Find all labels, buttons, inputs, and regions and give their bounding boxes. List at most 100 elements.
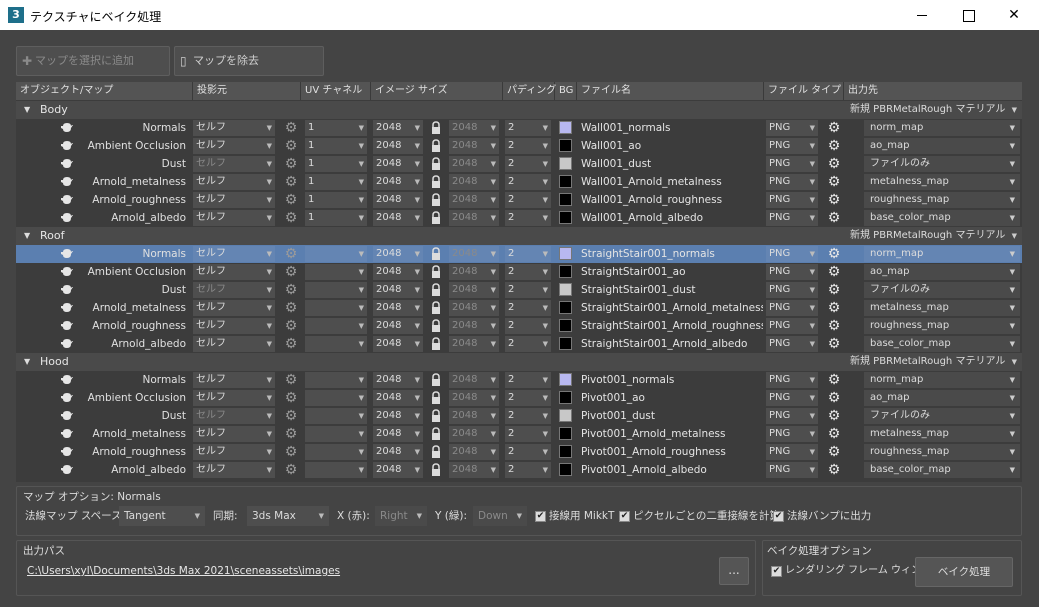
padding-dropdown[interactable]: 2 ▼ [505, 390, 551, 406]
table-row[interactable]: Normals セルフ ▼ ⚙ ▼ 2048 ▼ 2048 ▼ 2 ▼ Pivot001_normal… [16, 371, 1022, 389]
gear-icon[interactable]: ⚙ [826, 138, 842, 154]
uv-channel-dropdown[interactable]: ▼ [305, 318, 367, 334]
background-color-swatch[interactable] [559, 409, 572, 422]
file-name[interactable]: Pivot001_Arnold_roughness [577, 443, 763, 461]
output-target-dropdown[interactable]: metalness_map ▼ [864, 300, 1020, 316]
column-header-object-map[interactable]: オブジェクト/マップ [16, 82, 193, 100]
material-output-dropdown[interactable]: 新規 PBRMetalRough マテリアル ▼ [844, 228, 1022, 244]
image-height-dropdown[interactable]: 2048 ▼ [449, 246, 499, 262]
image-size-dropdown[interactable]: 2048 ▼ [373, 192, 423, 208]
gear-icon[interactable]: ⚙ [283, 408, 299, 424]
expand-toggle-icon[interactable]: ▼ [24, 227, 30, 245]
column-header-bg[interactable]: BG [555, 82, 577, 100]
image-height-dropdown[interactable]: 2048 ▼ [449, 426, 499, 442]
file-type-dropdown[interactable]: PNG ▼ [766, 138, 818, 154]
table-row[interactable]: Arnold_metalness セルフ ▼ ⚙ ▼ 2048 ▼ 2048 ▼ 2 ▼ Straig… [16, 299, 1022, 317]
sync-dropdown[interactable]: 3ds Max ▼ [247, 506, 329, 526]
background-color-swatch[interactable] [559, 319, 572, 332]
table-row[interactable]: Ambient Occlusion セルフ ▼ ⚙ ▼ 2048 ▼ 2048 ▼ 2 ▼ Strai… [16, 263, 1022, 281]
gear-icon[interactable]: ⚙ [283, 282, 299, 298]
gear-icon[interactable]: ⚙ [283, 372, 299, 388]
gear-icon[interactable]: ⚙ [283, 210, 299, 226]
image-height-dropdown[interactable]: 2048 ▼ [449, 336, 499, 352]
table-row[interactable]: Arnold_roughness セルフ ▼ ⚙ ▼ 2048 ▼ 2048 ▼ 2 ▼ Pivot0… [16, 443, 1022, 461]
background-color-swatch[interactable] [559, 211, 572, 224]
table-row[interactable]: Arnold_roughness セルフ ▼ ⚙ 1 ▼ 2048 ▼ 2048 ▼ 2 ▼ Wall0… [16, 191, 1022, 209]
lock-icon[interactable] [431, 319, 441, 333]
padding-dropdown[interactable]: 2 ▼ [505, 426, 551, 442]
image-size-dropdown[interactable]: 2048 ▼ [373, 138, 423, 154]
file-name[interactable]: StraightStair001_normals [577, 245, 763, 263]
output-target-dropdown[interactable]: norm_map ▼ [864, 246, 1020, 262]
background-color-swatch[interactable] [559, 427, 572, 440]
lock-icon[interactable] [431, 283, 441, 297]
uv-channel-dropdown[interactable]: 1 ▼ [305, 174, 367, 190]
table-row[interactable]: Ambient Occlusion セルフ ▼ ⚙ 1 ▼ 2048 ▼ 2048 ▼ 2 ▼ Wall… [16, 137, 1022, 155]
file-name[interactable]: Pivot001_Arnold_metalness [577, 425, 763, 443]
lock-icon[interactable] [431, 193, 441, 207]
background-color-swatch[interactable] [559, 121, 572, 134]
lock-icon[interactable] [431, 247, 441, 261]
minimize-button[interactable] [899, 0, 945, 30]
image-height-dropdown[interactable]: 2048 ▼ [449, 210, 499, 226]
background-color-swatch[interactable] [559, 373, 572, 386]
output-path-link[interactable]: C:\Users\xyl\Documents\3ds Max 2021\scen… [27, 565, 340, 577]
gear-icon[interactable]: ⚙ [283, 246, 299, 262]
file-name[interactable]: Wall001_Arnold_albedo [577, 209, 763, 227]
uv-channel-dropdown[interactable]: ▼ [305, 390, 367, 406]
lock-icon[interactable] [431, 211, 441, 225]
image-height-dropdown[interactable]: 2048 ▼ [449, 372, 499, 388]
gear-icon[interactable]: ⚙ [283, 300, 299, 316]
file-type-dropdown[interactable]: PNG ▼ [766, 426, 818, 442]
file-type-dropdown[interactable]: PNG ▼ [766, 120, 818, 136]
column-header-file-name[interactable]: ファイル名 [577, 82, 764, 100]
background-color-swatch[interactable] [559, 337, 572, 350]
background-color-swatch[interactable] [559, 445, 572, 458]
file-type-dropdown[interactable]: PNG ▼ [766, 372, 818, 388]
add-maps-to-selection-button[interactable]: ✚ マップを選択に追加 [16, 46, 170, 76]
padding-dropdown[interactable]: 2 ▼ [505, 408, 551, 424]
source-dropdown[interactable]: セルフ ▼ [193, 462, 275, 478]
file-type-dropdown[interactable]: PNG ▼ [766, 300, 818, 316]
background-color-swatch[interactable] [559, 265, 572, 278]
image-size-dropdown[interactable]: 2048 ▼ [373, 408, 423, 424]
bake-button[interactable]: ベイク処理 [915, 557, 1013, 587]
expand-toggle-icon[interactable]: ▼ [24, 353, 30, 371]
mikkt-checkbox[interactable]: ✔ [535, 511, 546, 522]
image-size-dropdown[interactable]: 2048 ▼ [373, 246, 423, 262]
y-green-dropdown[interactable]: Down ▼ [473, 506, 527, 526]
padding-dropdown[interactable]: 2 ▼ [505, 246, 551, 262]
image-height-dropdown[interactable]: 2048 ▼ [449, 192, 499, 208]
material-output-dropdown[interactable]: 新規 PBRMetalRough マテリアル ▼ [844, 102, 1022, 118]
column-header-file-type[interactable]: ファイル タイプ [764, 82, 844, 100]
source-dropdown[interactable]: セルフ ▼ [193, 282, 275, 298]
background-color-swatch[interactable] [559, 247, 572, 260]
image-height-dropdown[interactable]: 2048 ▼ [449, 138, 499, 154]
uv-channel-dropdown[interactable]: ▼ [305, 282, 367, 298]
image-height-dropdown[interactable]: 2048 ▼ [449, 444, 499, 460]
file-name[interactable]: StraightStair001_Arnold_metalness [577, 299, 763, 317]
file-type-dropdown[interactable]: PNG ▼ [766, 264, 818, 280]
gear-icon[interactable]: ⚙ [826, 300, 842, 316]
image-height-dropdown[interactable]: 2048 ▼ [449, 390, 499, 406]
image-height-dropdown[interactable]: 2048 ▼ [449, 264, 499, 280]
file-type-dropdown[interactable]: PNG ▼ [766, 192, 818, 208]
table-row[interactable]: Arnold_albedo セルフ ▼ ⚙ ▼ 2048 ▼ 2048 ▼ 2 ▼ StraightS… [16, 335, 1022, 353]
browse-output-path-button[interactable]: ... [719, 557, 749, 585]
table-row[interactable]: Dust セルフ ▼ ⚙ ▼ 2048 ▼ 2048 ▼ 2 ▼ StraightStair001_d… [16, 281, 1022, 299]
file-type-dropdown[interactable]: PNG ▼ [766, 462, 818, 478]
gear-icon[interactable]: ⚙ [826, 336, 842, 352]
column-header-padding[interactable]: パディング [503, 82, 556, 100]
gear-icon[interactable]: ⚙ [283, 390, 299, 406]
uv-channel-dropdown[interactable]: 1 ▼ [305, 156, 367, 172]
gear-icon[interactable]: ⚙ [283, 120, 299, 136]
lock-icon[interactable] [431, 463, 441, 477]
gear-icon[interactable]: ⚙ [826, 210, 842, 226]
background-color-swatch[interactable] [559, 139, 572, 152]
image-size-dropdown[interactable]: 2048 ▼ [373, 174, 423, 190]
source-dropdown[interactable]: セルフ ▼ [193, 408, 275, 424]
normal-map-space-dropdown[interactable]: Tangent ▼ [119, 506, 205, 526]
image-height-dropdown[interactable]: 2048 ▼ [449, 174, 499, 190]
output-target-dropdown[interactable]: norm_map ▼ [864, 120, 1020, 136]
source-dropdown[interactable]: セルフ ▼ [193, 210, 275, 226]
